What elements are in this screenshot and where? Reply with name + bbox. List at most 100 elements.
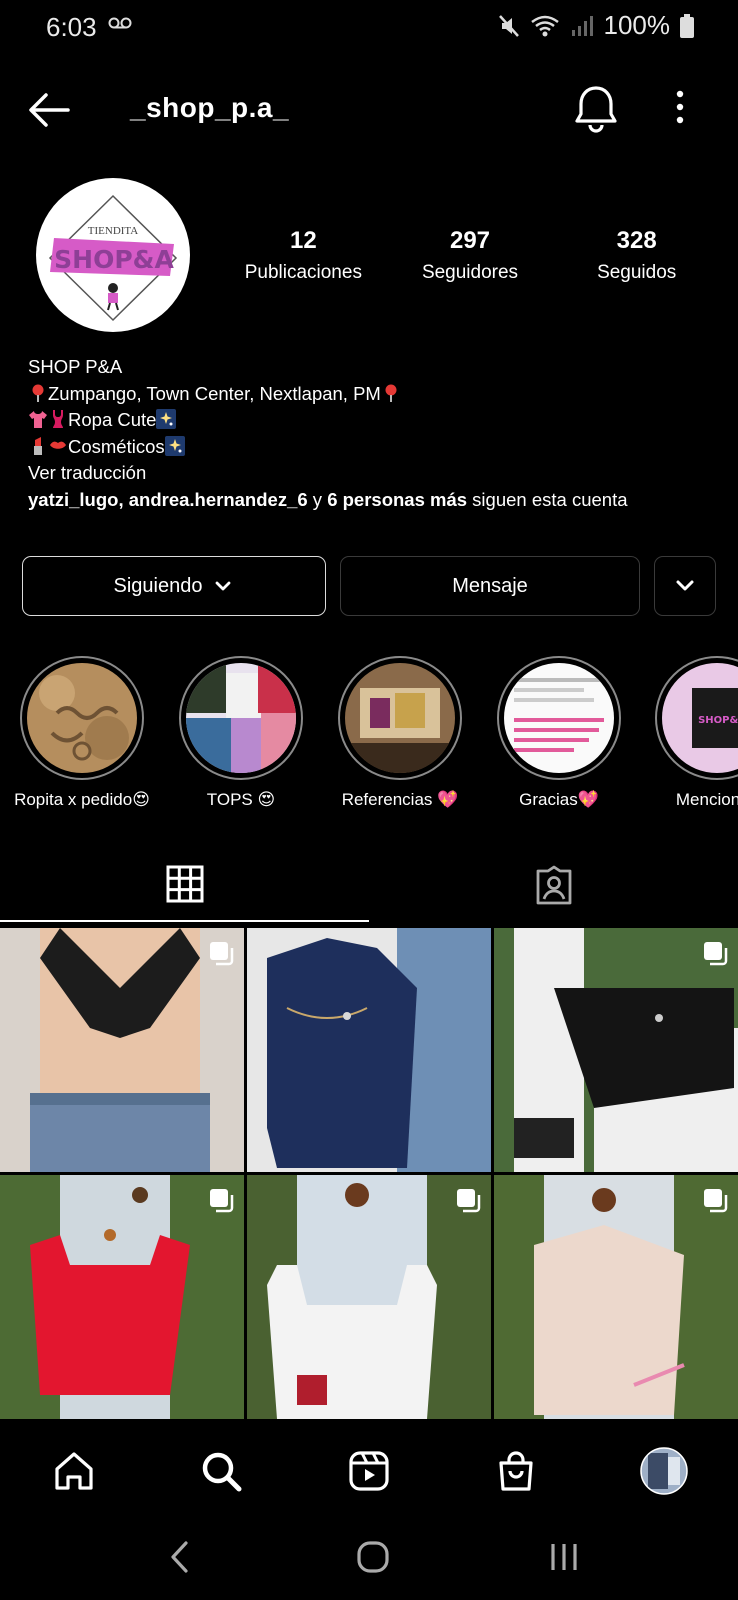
- highlight-item[interactable]: SHOP&A Menciones: [638, 656, 738, 810]
- following-button[interactable]: Siguiendo: [22, 556, 326, 616]
- status-time: 6:03: [46, 12, 97, 42]
- voicemail-icon: [108, 16, 132, 35]
- multi-photo-icon: [704, 1189, 728, 1213]
- stat-label: Seguidores: [421, 262, 519, 283]
- post-thumbnail[interactable]: [247, 1175, 491, 1419]
- bio-cosmetics-line: Cosméticos: [28, 434, 718, 461]
- more-vertical-icon: [676, 90, 684, 124]
- profile-tabs: [0, 848, 738, 922]
- nav-search[interactable]: [196, 1446, 246, 1496]
- post-thumbnail[interactable]: [494, 928, 738, 1172]
- mute-icon: [498, 14, 520, 38]
- tagged-person-icon: [536, 865, 571, 905]
- sparkles-icon: [164, 435, 185, 456]
- system-navigation: [0, 1514, 738, 1600]
- system-home-button[interactable]: [356, 1540, 390, 1579]
- post-thumbnail[interactable]: [494, 1175, 738, 1419]
- posts-grid: [0, 928, 738, 1428]
- see-translation-link[interactable]: Ver traducción: [28, 460, 718, 487]
- highlight-label: Gracias💖: [519, 790, 599, 809]
- highlight-item[interactable]: Ropita x pedido😍: [3, 656, 161, 810]
- follower-conjunction: y: [307, 488, 328, 510]
- pin-icon: [32, 384, 44, 402]
- message-label: Mensaje: [452, 574, 528, 597]
- nav-home[interactable]: [49, 1446, 99, 1496]
- suggestions-button[interactable]: [654, 556, 716, 616]
- multi-photo-icon: [457, 1189, 481, 1213]
- bottom-navigation: [0, 1428, 738, 1514]
- system-back-button[interactable]: [168, 1540, 192, 1579]
- notifications-button[interactable]: [574, 84, 618, 134]
- multi-photo-icon: [210, 942, 234, 966]
- reels-icon: [349, 1451, 389, 1491]
- lipstick-icon: [34, 436, 42, 455]
- highlight-ring: [497, 656, 621, 780]
- bio-clothes-line: Ropa Cute: [28, 407, 718, 434]
- highlight-ring: [338, 656, 462, 780]
- grid-icon: [166, 865, 203, 903]
- highlight-ring: [20, 656, 144, 780]
- follower-name: yatzi_lugo: [28, 488, 119, 510]
- chevron-left-icon: [171, 1541, 188, 1573]
- shopping-bag-icon: [499, 1451, 533, 1491]
- post-thumbnail[interactable]: [247, 928, 491, 1172]
- stat-label: Seguidos: [597, 262, 677, 283]
- multi-photo-icon: [210, 1189, 234, 1213]
- highlight-item[interactable]: Gracias💖: [480, 656, 638, 810]
- following-label: Siguiendo: [113, 574, 203, 597]
- nav-reels[interactable]: [344, 1446, 394, 1496]
- bio-location: Zumpango, Town Center, Nextlapan, PM: [48, 382, 381, 404]
- posts-count[interactable]: 12 Publicaciones: [220, 226, 387, 290]
- follower-tail: siguen esta cuenta: [467, 488, 628, 510]
- logo-main-text: SHOP&A: [54, 245, 174, 274]
- options-button[interactable]: [670, 88, 690, 128]
- system-recents-button[interactable]: [548, 1540, 580, 1579]
- svg-text:SHOP&A: SHOP&A: [698, 715, 738, 726]
- nav-profile[interactable]: [639, 1446, 689, 1496]
- highlight-cover: [27, 663, 137, 773]
- message-button[interactable]: Mensaje: [340, 556, 640, 616]
- status-bar: 6:03 100%: [0, 0, 738, 58]
- tab-tagged[interactable]: [369, 848, 738, 922]
- back-button[interactable]: [26, 90, 72, 130]
- bio-cosmetics: Cosméticos: [68, 435, 165, 457]
- tshirt-icon: [29, 411, 47, 428]
- highlight-item[interactable]: TOPS 😍: [162, 656, 320, 810]
- highlight-label: Menciones: [675, 790, 738, 809]
- highlight-ring: [179, 656, 303, 780]
- arrow-left-icon: [29, 93, 70, 127]
- follower-name: andrea.hernandez_6: [128, 488, 308, 510]
- post-thumbnail[interactable]: [0, 928, 244, 1172]
- followers-count[interactable]: 297 Seguidores: [387, 226, 554, 290]
- bio-clothes: Ropa Cute: [68, 409, 157, 430]
- tab-posts-grid[interactable]: [0, 848, 369, 922]
- nav-shop[interactable]: [491, 1446, 541, 1496]
- signal-icon: [570, 14, 594, 38]
- profile-display-name: SHOP P&A: [28, 356, 123, 377]
- stat-label: Publicaciones: [244, 262, 362, 283]
- highlight-ring: SHOP&A: [655, 656, 738, 780]
- home-icon: [55, 1452, 93, 1490]
- profile-stats: 12 Publicaciones 297 Seguidores 328 Segu…: [220, 226, 720, 290]
- following-count[interactable]: 328 Seguidos: [553, 226, 720, 290]
- profile-bio: SHOP P&A Zumpango, Town Center, Nextlapa…: [28, 354, 718, 513]
- sparkles-icon: [156, 409, 177, 429]
- highlight-cover: [345, 663, 455, 773]
- post-thumbnail[interactable]: [0, 1175, 244, 1419]
- profile-avatar[interactable]: TIENDITA SHOP&A: [36, 178, 190, 332]
- battery-icon: [680, 13, 694, 38]
- highlight-item[interactable]: Referencias 💖: [321, 656, 479, 810]
- stat-number: 297: [449, 227, 491, 254]
- profile-avatar-icon: [640, 1447, 688, 1495]
- profile-username: _shop_p.a_: [130, 92, 290, 123]
- stat-number: 328: [616, 227, 657, 254]
- highlight-label: Referencias 💖: [341, 790, 459, 809]
- bell-icon: [575, 86, 617, 133]
- search-icon: [202, 1452, 242, 1492]
- multi-photo-icon: [704, 942, 728, 966]
- highlight-cover: SHOP&A: [662, 663, 738, 773]
- highlight-label: TOPS 😍: [206, 790, 276, 809]
- bio-location-line: Zumpango, Town Center, Nextlapan, PM: [28, 381, 718, 408]
- followed-by-line[interactable]: yatzi_lugo, andrea.hernandez_6 y 6 perso…: [28, 487, 718, 514]
- home-circle-icon: [357, 1541, 389, 1573]
